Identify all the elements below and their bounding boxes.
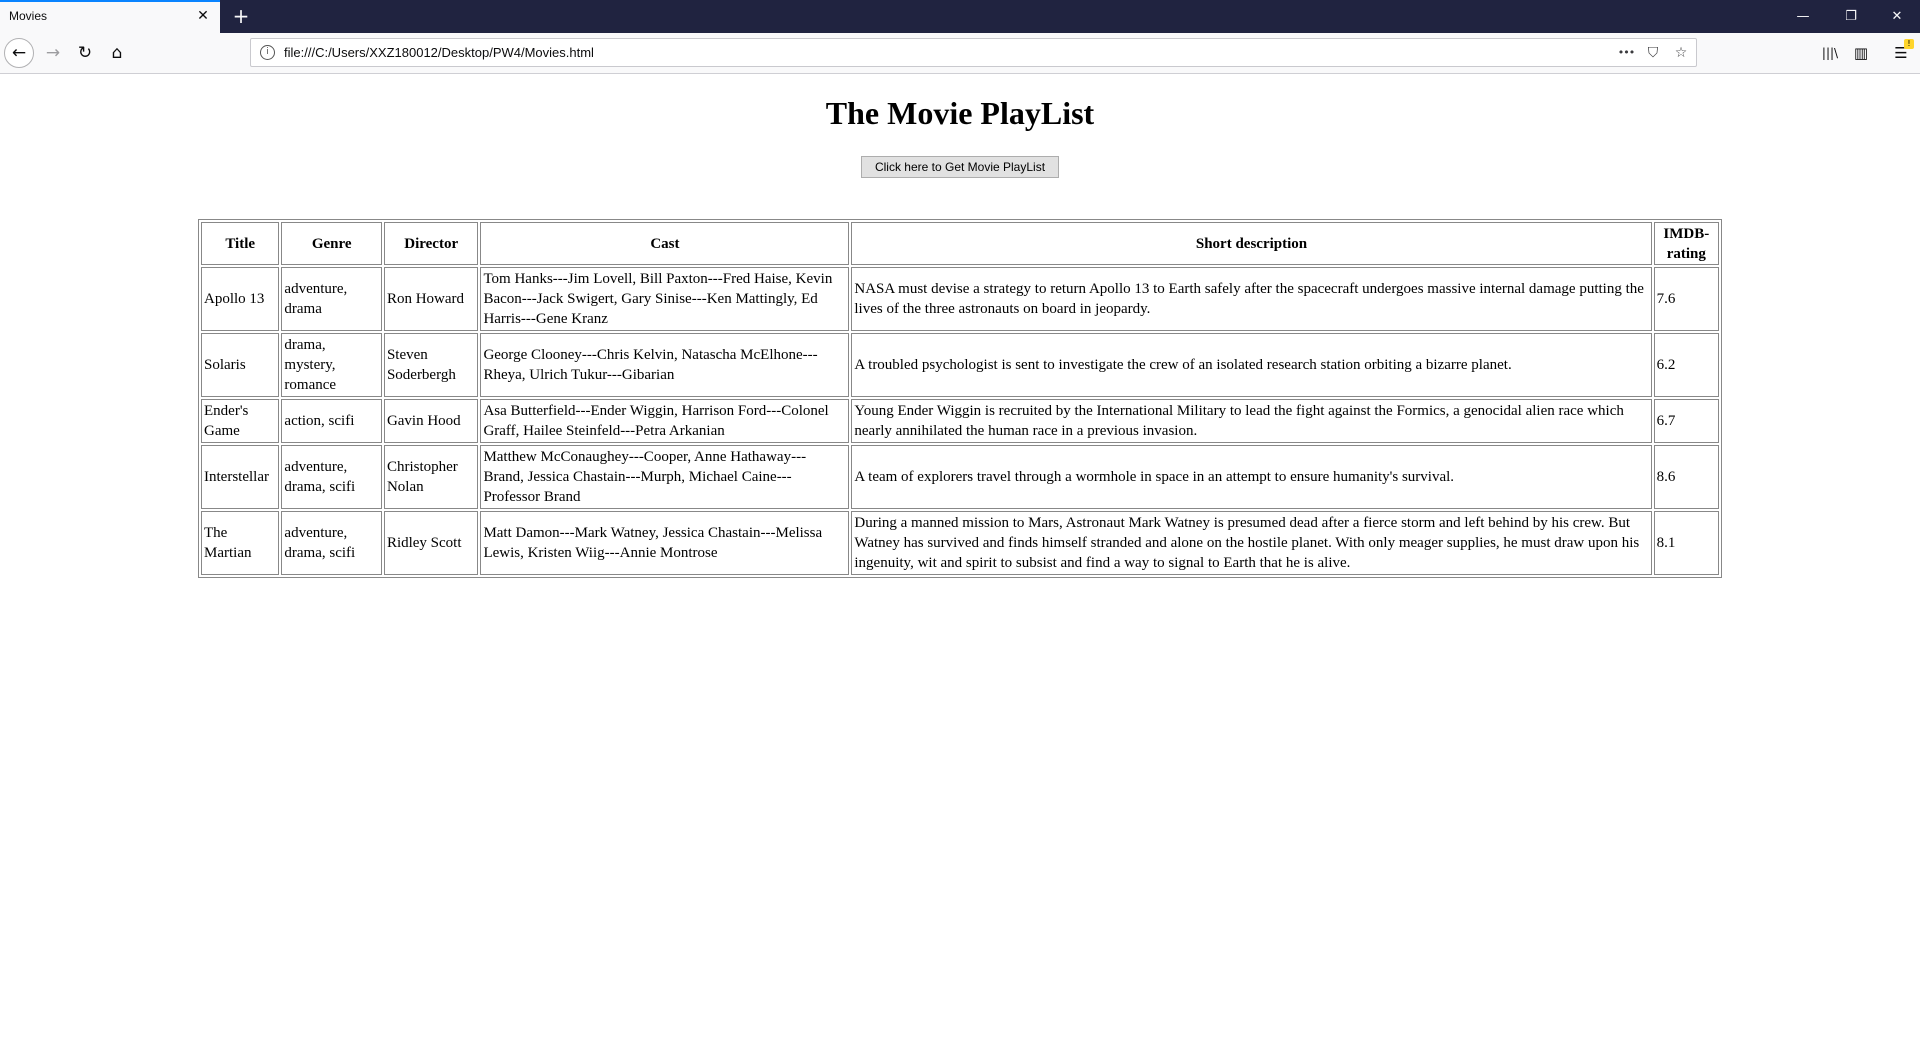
cell-title: The Martian (201, 511, 280, 575)
column-header-cast: Cast (480, 222, 850, 265)
cell-rating: 7.6 (1653, 267, 1719, 331)
tab-title: Movies (9, 9, 48, 23)
column-header-rating: IMDB-rating (1653, 222, 1719, 265)
cell-title: Solaris (201, 333, 280, 397)
cell-cast: Matt Damon---Mark Watney, Jessica Chasta… (480, 511, 850, 575)
cell-description: During a manned mission to Mars, Astrona… (851, 511, 1652, 575)
table-row: Solaris drama, mystery, romance Steven S… (201, 333, 1719, 397)
reload-button[interactable]: ↻ (71, 39, 99, 67)
back-button[interactable]: ← (4, 38, 34, 68)
cell-director: Steven Soderbergh (383, 333, 479, 397)
library-icon[interactable]: |||\ (1817, 40, 1843, 66)
cell-cast: Matthew McConaughey---Cooper, Anne Hatha… (480, 445, 850, 509)
table-row: Apollo 13 adventure, drama Ron Howard To… (201, 267, 1719, 331)
cell-genre: drama, mystery, romance (281, 333, 382, 397)
cell-description: NASA must devise a strategy to return Ap… (851, 267, 1652, 331)
cell-cast: George Clooney---Chris Kelvin, Natascha … (480, 333, 850, 397)
cell-rating: 8.6 (1653, 445, 1719, 509)
tab-bar: Movies ✕ + — ❐ ✕ (0, 0, 1920, 33)
home-button[interactable]: ⌂ (103, 39, 131, 67)
cell-rating: 6.7 (1653, 399, 1719, 443)
cell-genre: action, scifi (281, 399, 382, 443)
get-playlist-button[interactable]: Click here to Get Movie PlayList (861, 156, 1059, 178)
close-tab-icon[interactable]: ✕ (194, 7, 212, 25)
movie-table: Title Genre Director Cast Short descript… (198, 219, 1722, 578)
cell-genre: adventure, drama (281, 267, 382, 331)
cell-description: A team of explorers travel through a wor… (851, 445, 1652, 509)
update-badge-icon: ! (1904, 39, 1914, 49)
page-actions-icon[interactable]: ••• (1615, 42, 1637, 64)
cell-rating: 6.2 (1653, 333, 1719, 397)
cell-director: Ridley Scott (383, 511, 479, 575)
table-row: The Martian adventure, drama, scifi Ridl… (201, 511, 1719, 575)
address-bar[interactable]: i file:///C:/Users/XXZ180012/Desktop/PW4… (250, 38, 1697, 67)
column-header-description: Short description (851, 222, 1652, 265)
new-tab-button[interactable]: + (229, 4, 253, 28)
close-window-button[interactable]: ✕ (1874, 0, 1920, 33)
navigation-toolbar: ← → ↻ ⌂ i file:///C:/Users/XXZ180012/Des… (0, 33, 1920, 74)
cell-director: Gavin Hood (383, 399, 479, 443)
cell-genre: adventure, drama, scifi (281, 511, 382, 575)
minimize-button[interactable]: — (1780, 0, 1826, 33)
pocket-icon[interactable]: ⛉ (1642, 42, 1664, 64)
restore-button[interactable]: ❐ (1828, 0, 1874, 33)
cell-director: Ron Howard (383, 267, 479, 331)
cell-title: Apollo 13 (201, 267, 280, 331)
url-text[interactable]: file:///C:/Users/XXZ180012/Desktop/PW4/M… (284, 45, 594, 60)
cell-director: Christopher Nolan (383, 445, 479, 509)
page-title: The Movie PlayList (825, 95, 1095, 131)
sidebar-icon[interactable]: ▥ (1848, 40, 1874, 66)
table-row: Interstellar adventure, drama, scifi Chr… (201, 445, 1719, 509)
cell-genre: adventure, drama, scifi (281, 445, 382, 509)
page-content: The Movie PlayList Click here to Get Mov… (0, 74, 1920, 1039)
menu-button[interactable]: ☰ ! (1888, 39, 1914, 66)
table-row: Ender's Game action, scifi Gavin Hood As… (201, 399, 1719, 443)
column-header-title: Title (201, 222, 280, 265)
column-header-director: Director (383, 222, 479, 265)
cell-title: Interstellar (201, 445, 280, 509)
column-header-genre: Genre (281, 222, 382, 265)
cell-description: Young Ender Wiggin is recruited by the I… (851, 399, 1652, 443)
cell-cast: Asa Butterfield---Ender Wiggin, Harrison… (480, 399, 850, 443)
forward-button[interactable]: → (39, 39, 67, 67)
cell-description: A troubled psychologist is sent to inves… (851, 333, 1652, 397)
site-info-icon[interactable]: i (260, 45, 275, 60)
table-header-row: Title Genre Director Cast Short descript… (201, 222, 1719, 265)
bookmark-star-icon[interactable]: ☆ (1670, 42, 1692, 64)
cell-rating: 8.1 (1653, 511, 1719, 575)
tab-movies[interactable]: Movies ✕ (0, 0, 220, 33)
cell-cast: Tom Hanks---Jim Lovell, Bill Paxton---Fr… (480, 267, 850, 331)
cell-title: Ender's Game (201, 399, 280, 443)
